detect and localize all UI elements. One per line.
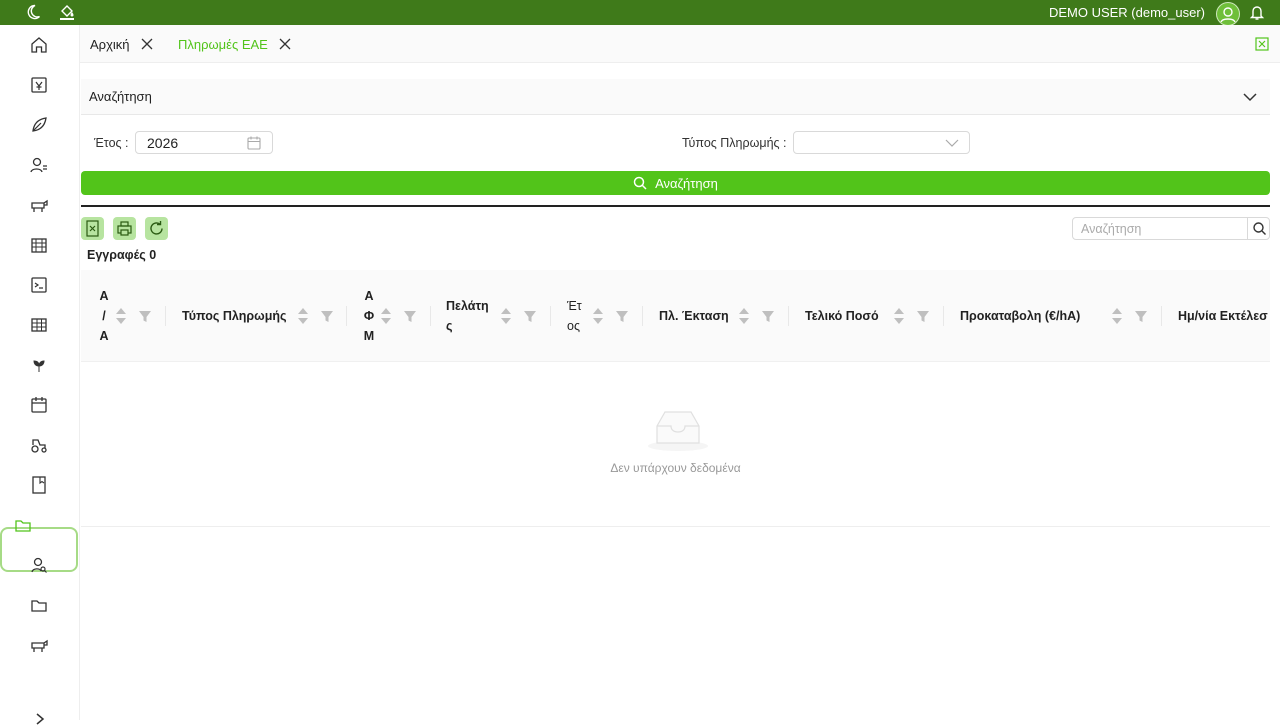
calendar-icon[interactable] [28, 394, 50, 416]
table-search-input[interactable]: Αναζήτηση [1072, 217, 1270, 240]
search-button-label: Αναζήτηση [655, 175, 718, 191]
year-field[interactable]: 2026 [135, 131, 273, 154]
export-excel-button[interactable] [81, 217, 104, 240]
sort-icon[interactable] [592, 306, 604, 326]
sort-icon[interactable] [1111, 306, 1123, 326]
column-header-aa[interactable]: Α / Α [98, 286, 110, 346]
terminal-icon[interactable] [28, 274, 50, 296]
column-separator [788, 306, 789, 326]
sort-icon[interactable] [893, 306, 905, 326]
year-label: Έτος : [94, 136, 129, 150]
column-header-year[interactable]: Έτος [567, 296, 585, 336]
column-separator [550, 306, 551, 326]
moon-icon[interactable] [24, 3, 42, 21]
payment-type-label: Τύπος Πληρωμής : [682, 136, 787, 150]
column-header-area[interactable]: Πλ. Έκταση [659, 306, 729, 326]
divider [81, 205, 1270, 207]
sidebar [0, 25, 80, 725]
column-header-payment-type[interactable]: Τύπος Πληρωμής [182, 306, 287, 326]
search-icon[interactable] [1247, 218, 1270, 239]
empty-text: Δεν υπάρχουν δεδομένα [610, 461, 741, 475]
filter-icon[interactable] [761, 309, 775, 323]
filter-icon[interactable] [138, 309, 152, 323]
column-header-execution-date[interactable]: Ημ/νία Εκτέλεσ [1178, 306, 1268, 326]
table-search-placeholder: Αναζήτηση [1081, 222, 1142, 236]
top-bar: DEMO USER (demo_user) [0, 0, 1280, 26]
sort-icon[interactable] [380, 306, 392, 326]
tab-label: Πληρωμές ΕΑΕ [178, 36, 268, 52]
tractor-icon[interactable] [28, 434, 50, 456]
sort-icon[interactable] [738, 306, 750, 326]
chevron-down-icon[interactable] [945, 137, 959, 149]
filter-icon[interactable] [523, 309, 537, 323]
tab-bar: Αρχική Πληρωμές ΕΑΕ [80, 25, 1280, 63]
inbox-empty-icon [647, 410, 709, 452]
sheep-icon[interactable] [28, 194, 50, 216]
chevron-down-icon[interactable] [1242, 89, 1258, 105]
payment-type-select[interactable] [793, 131, 970, 154]
bell-icon[interactable] [1248, 3, 1266, 21]
chevron-right-icon[interactable] [32, 711, 48, 727]
column-separator [1161, 306, 1162, 326]
paint-bucket-icon[interactable] [58, 3, 76, 21]
leaf-icon[interactable] [28, 114, 50, 136]
close-icon[interactable] [278, 37, 292, 51]
receipt-yen-icon[interactable] [28, 74, 50, 96]
print-button[interactable] [113, 217, 136, 240]
close-icon[interactable] [140, 37, 154, 51]
plant-icon[interactable] [28, 354, 50, 376]
table-icon[interactable] [28, 314, 50, 336]
column-separator [430, 306, 431, 326]
column-separator [642, 306, 643, 326]
folder-icon-2[interactable] [28, 594, 50, 616]
search-icon [633, 176, 647, 190]
column-separator [346, 306, 347, 326]
column-separator [943, 306, 944, 326]
tab-home[interactable]: Αρχική [90, 30, 154, 58]
empty-state: Δεν υπάρχουν δεδομένα [81, 362, 1270, 527]
warehouse-icon[interactable] [28, 234, 50, 256]
filter-icon[interactable] [916, 309, 930, 323]
user-search-icon[interactable] [28, 554, 50, 576]
book-icon[interactable] [28, 474, 50, 496]
search-panel-header[interactable]: Αναζήτηση [81, 79, 1270, 115]
filter-icon[interactable] [403, 309, 417, 323]
sort-icon[interactable] [500, 306, 512, 326]
filter-icon[interactable] [1134, 309, 1148, 323]
column-separator [165, 306, 166, 326]
search-button[interactable]: Αναζήτηση [81, 171, 1270, 195]
close-all-tabs-icon[interactable] [1255, 37, 1269, 51]
user-name[interactable]: DEMO USER (demo_user) [1049, 5, 1205, 20]
tab-payments[interactable]: Πληρωμές ΕΑΕ [178, 30, 292, 58]
tab-label: Αρχική [90, 36, 130, 52]
sort-icon[interactable] [115, 306, 127, 326]
sort-icon[interactable] [297, 306, 309, 326]
home-icon[interactable] [28, 34, 50, 56]
column-header-customer[interactable]: Πελάτης [446, 296, 492, 336]
sheep-icon-2[interactable] [28, 634, 50, 656]
folder-icon[interactable] [12, 514, 34, 536]
calendar-icon[interactable] [247, 136, 261, 150]
year-value: 2026 [147, 135, 179, 151]
filter-icon[interactable] [320, 309, 334, 323]
column-header-final-amount[interactable]: Τελικό Ποσό [805, 306, 879, 326]
table-header: Α / Α Τύπος Πληρωμής Α Φ Μ Πελάτης Έτος … [81, 270, 1270, 362]
filter-icon[interactable] [615, 309, 629, 323]
user-list-icon[interactable] [28, 154, 50, 176]
user-avatar-icon[interactable] [1216, 2, 1240, 26]
column-header-afm[interactable]: Α Φ Μ [363, 286, 375, 346]
column-header-advance[interactable]: Προκαταβολη (€/hA) [960, 306, 1080, 326]
records-count: Εγγραφές 0 [87, 248, 157, 262]
refresh-button[interactable] [145, 217, 168, 240]
search-panel-title: Αναζήτηση [89, 89, 152, 104]
